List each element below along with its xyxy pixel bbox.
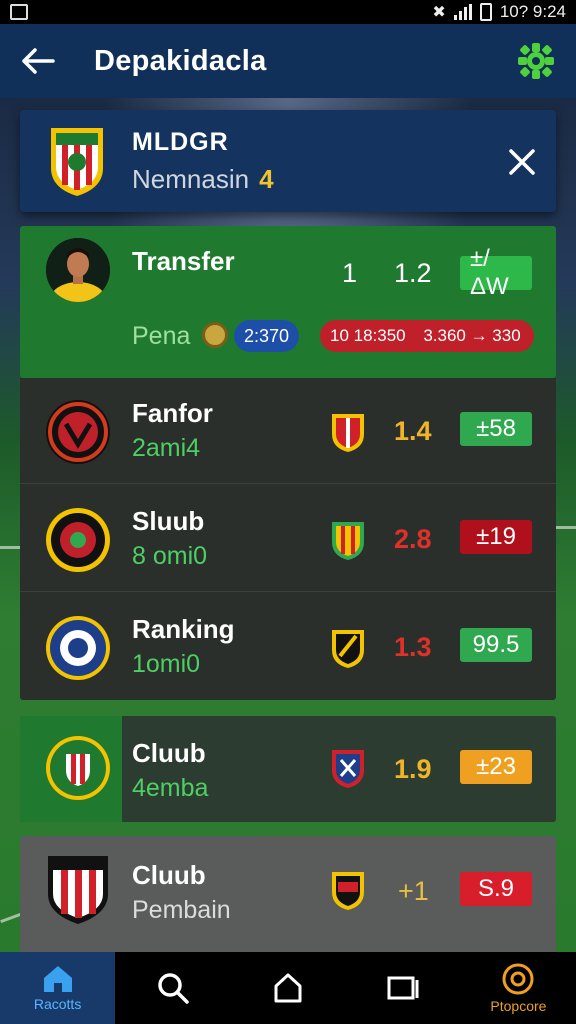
club-sub: 1omi0	[132, 650, 201, 678]
club-badge[interactable]: ±58	[460, 412, 532, 446]
nav-item-window[interactable]	[346, 952, 461, 1024]
club-list: Fanfor 2ami4 1.4 ±58 Sluub 8 omi0 2.8 ±1…	[20, 378, 556, 700]
mute-icon: ✖	[432, 4, 446, 21]
search-icon	[158, 973, 189, 1004]
club-value: 1.3	[394, 632, 432, 662]
club-crest-icon	[44, 506, 112, 574]
mini-crest-icon	[330, 410, 366, 454]
club-crest-icon	[44, 398, 112, 466]
nav-label: Ptopcore	[490, 998, 547, 1014]
club-name: Cluub	[132, 738, 206, 768]
nav-label: Racotts	[33, 996, 82, 1012]
club-crest-icon	[44, 614, 112, 682]
window-icon	[387, 976, 419, 1000]
status-bar: ✖ 10? 9:24	[0, 0, 576, 24]
close-icon[interactable]	[508, 148, 536, 176]
pill-blue[interactable]: 2:370	[234, 320, 300, 352]
club-value: +1	[398, 876, 429, 906]
app-header: Depakidacla	[0, 24, 576, 98]
mini-crest-icon	[330, 746, 366, 790]
status-time: 10? 9:24	[499, 2, 566, 21]
nav-item-ptopcore[interactable]: Ptopcore	[461, 952, 576, 1024]
club-badge[interactable]: ±19	[460, 520, 532, 554]
team-subtitle: Nemnasin 4	[132, 164, 274, 195]
club-name: Ranking	[132, 614, 235, 644]
club-name: Sluub	[132, 506, 205, 536]
featured-score-b: 1.2	[394, 258, 432, 288]
team-header-card[interactable]: MLDGR Nemnasin 4	[20, 110, 556, 212]
featured-score-a: 1	[342, 258, 358, 288]
player-avatar	[46, 238, 110, 302]
club-value: 1.4	[394, 416, 432, 446]
team-crest-icon	[48, 124, 106, 198]
featured-transfer-card[interactable]: Transfer 1 1.2 ±/ΔW Pena 2:370 10 18:350…	[20, 226, 556, 378]
team-count: 4	[259, 164, 274, 194]
notification-icon	[10, 4, 28, 20]
home-icon	[43, 966, 72, 992]
list-item[interactable]: Sluub 8 omi0 2.8 ±19	[20, 486, 556, 592]
mini-crest-icon	[330, 626, 366, 670]
list-item[interactable]: Cluub 4emba 1.9 ±23	[20, 716, 556, 822]
nav-item-search[interactable]	[115, 952, 230, 1024]
list-item[interactable]: Cluub Pembain +1 S.9	[20, 836, 556, 952]
page-title: Depakidacla	[94, 44, 267, 77]
list-item[interactable]: Ranking 1omi0 1.3 99.5	[20, 594, 556, 700]
battery-icon	[479, 3, 492, 21]
nav-item-home[interactable]	[230, 952, 345, 1024]
club-sub: 4emba	[132, 774, 209, 802]
signal-icon	[453, 4, 472, 20]
mini-crest-icon	[330, 518, 366, 562]
club-sub: Pembain	[132, 896, 231, 924]
house-outline-icon	[274, 973, 302, 1003]
club-crest-icon	[44, 852, 112, 924]
club-name: Fanfor	[132, 398, 213, 428]
list-item[interactable]: Fanfor 2ami4 1.4 ±58	[20, 378, 556, 484]
mini-crest-icon	[330, 868, 366, 912]
featured-badge[interactable]: ±/ΔW	[460, 245, 532, 300]
nav-item-racotts[interactable]: Racotts	[0, 952, 116, 1024]
arrow-left-icon[interactable]	[20, 43, 56, 79]
coin-icon	[202, 322, 228, 348]
featured-name: Transfer	[132, 246, 235, 276]
target-icon	[502, 963, 534, 995]
club-value: 1.9	[394, 754, 432, 784]
club-badge[interactable]: 99.5	[460, 628, 532, 662]
team-subtitle-text: Nemnasin	[132, 164, 250, 194]
pill-red-b[interactable]: 3.360 → 330	[410, 320, 534, 352]
bottom-nav: Racotts Ptopcore	[0, 952, 576, 1024]
club-sub: 2ami4	[132, 434, 201, 462]
club-badge[interactable]: ±23	[460, 750, 532, 784]
featured-sub: Pena	[132, 322, 191, 350]
team-code: MLDGR	[132, 128, 229, 156]
club-badge[interactable]: S.9	[460, 872, 532, 906]
club-crest-icon	[44, 734, 112, 802]
pill-red-a[interactable]: 10 18:350	[320, 320, 416, 352]
club-name: Cluub	[132, 860, 206, 890]
club-value: 2.8	[394, 524, 432, 554]
gear-icon[interactable]	[516, 41, 556, 81]
club-sub: 8 omi0	[132, 542, 208, 570]
